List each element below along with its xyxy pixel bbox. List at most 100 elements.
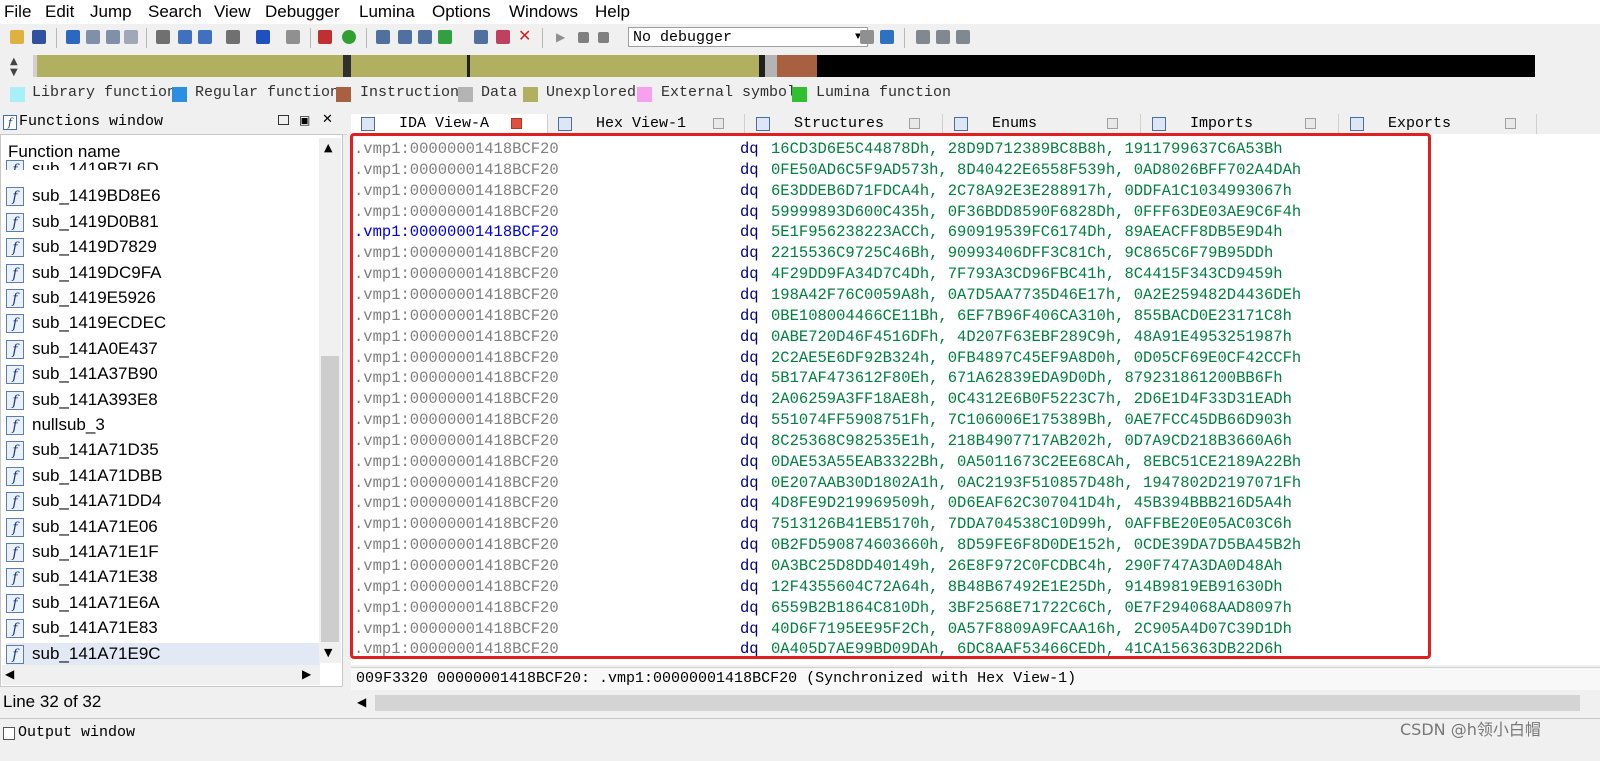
forward-dropdown-icon[interactable] [124,30,138,44]
function-list-item[interactable]: f sub_141A0E437 [6,338,320,362]
menu-view[interactable]: View [214,2,251,22]
scroll-right-arrow-icon[interactable]: ▶ [302,667,311,681]
run-icon[interactable] [342,30,356,44]
function-list-item[interactable]: f sub_1419D7829 [6,236,320,260]
menu-jump[interactable]: Jump [90,2,132,22]
function-name: sub_141A71E1F [32,542,159,561]
function-icon[interactable] [376,30,390,44]
legend-swatch-external [637,87,652,102]
code-icon[interactable] [198,30,212,44]
tab-close-icon[interactable] [909,118,920,129]
download-icon[interactable] [256,30,270,44]
play-icon[interactable]: ▶ [556,30,570,44]
tab-ida-view-a[interactable]: IDA View-A [351,114,548,134]
function-list-item[interactable]: f sub_1419E5926 [6,287,320,311]
legend-swatch-library [10,87,25,102]
patch-icon[interactable] [496,30,510,44]
step-over-icon[interactable] [936,30,950,44]
xref-icon[interactable] [474,30,488,44]
function-list-item[interactable]: f sub_1419DC9FA [6,262,320,286]
function-list-item[interactable]: f sub_1419ECDEC [6,312,320,336]
menu-debugger[interactable]: Debugger [265,2,340,22]
float-icon[interactable]: ▣ [299,113,310,127]
tab-close-icon[interactable] [1505,118,1516,129]
scroll-down-icon[interactable]: ▼ [324,646,332,659]
menu-help[interactable]: Help [595,2,630,22]
menu-edit[interactable]: Edit [45,2,74,22]
scroll-up-icon[interactable]: ▲ [324,141,332,154]
function-list-item[interactable]: f sub_141A393E8 [6,389,320,413]
tab-structures[interactable]: Structures [746,114,943,134]
function-list-item[interactable]: f sub_1419D0B81 [6,211,320,235]
scroll-left-icon[interactable]: ▲ ▼ [10,56,18,78]
back-icon[interactable] [66,30,80,44]
data-icon[interactable] [226,30,240,44]
string-icon[interactable] [286,30,300,44]
save-icon[interactable] [32,30,46,44]
function-list-item[interactable]: f sub_141A71E6A [6,592,320,616]
function-name: sub_141A71DD4 [32,491,162,511]
scroll-left-arrow-icon[interactable]: ◀ [5,667,14,681]
functions-horizontal-scrollbar[interactable]: ◀ ▶ [2,665,320,685]
trace-icon[interactable] [916,30,930,44]
close-window-icon[interactable]: ✕ [322,112,333,127]
ida-scroll-left-icon[interactable]: ◀ [357,695,366,709]
function-list-item[interactable]: f sub_141A71E06 [6,516,320,540]
graph-icon[interactable] [318,30,332,44]
tab-imports[interactable]: Imports [1142,114,1339,134]
function-list-item[interactable]: f sub_1419BD8E6 [6,185,320,209]
menu-search[interactable]: Search [148,2,202,22]
close-icon[interactable]: ✕ [518,28,532,44]
tab-close-icon[interactable] [1305,118,1316,129]
menu-lumina[interactable]: Lumina [359,2,415,22]
hex-icon[interactable] [178,30,192,44]
function-list-item[interactable]: f sub_141A71E83 [6,617,320,641]
binary-icon[interactable] [156,30,170,44]
function-icon: f [6,543,24,562]
function-list-item[interactable]: f sub_141A71E1F [6,541,320,565]
function-list-item[interactable]: f nullsub_3 [6,414,320,438]
watermark: CSDN @h领小白帽 [1400,720,1541,739]
tab-enums[interactable]: Enums [944,114,1141,134]
function-list-item[interactable]: f sub_141A71E9C [6,642,320,667]
function-list-item[interactable]: f sub_141A71D35 [6,439,320,463]
function-list-item[interactable]: f sub_141A37B90 [6,363,320,387]
ida-scrollbar-thumb[interactable] [375,695,1580,711]
back-dropdown-icon[interactable] [86,30,100,44]
functions-scrollbar-thumb[interactable] [321,356,339,642]
function-list-item[interactable]: f sub_141A71E38 [6,566,320,590]
function-icon: f [6,238,24,258]
debugger-select[interactable]: No debugger ▼ [628,27,868,47]
proc-icon[interactable] [398,30,412,44]
tab-close-icon[interactable] [1107,118,1118,129]
menu-options[interactable]: Options [432,2,491,22]
tab-exports[interactable]: Exports [1340,114,1537,134]
forward-icon[interactable] [106,30,120,44]
pause-icon[interactable] [578,32,589,43]
tab-close-icon[interactable] [511,118,522,129]
tab-hex-view-1[interactable]: Hex View-1 [548,114,745,134]
function-name: sub_141A71E06 [32,516,158,536]
output-window-title[interactable]: Output window [18,724,135,741]
tab-close-icon[interactable] [713,118,724,129]
restore-icon[interactable] [278,115,289,125]
open-icon[interactable] [10,30,24,44]
menu-file[interactable]: File [4,2,31,22]
step-icon[interactable] [880,30,894,44]
breakpoint-icon[interactable] [860,30,874,44]
function-list-item[interactable]: f sub_1419B7L6D [6,158,320,170]
function-list-item[interactable]: f sub_141A71DD4 [6,490,320,514]
navigation-band[interactable] [33,55,1535,77]
stop-icon[interactable] [598,32,609,43]
tab-icon [1350,117,1364,131]
step-out-icon[interactable] [956,30,970,44]
function-name: sub_141A393E8 [32,389,158,409]
function-name: sub_1419D0B81 [32,211,159,231]
function-list-item[interactable]: f sub_141A71DBB [6,465,320,489]
struct-icon[interactable] [438,30,452,44]
function-window-icon: f [3,115,17,130]
function-icon: f [6,416,24,435]
legend-label-lumina: Lumina function [816,84,952,101]
segment-icon[interactable] [418,30,432,44]
menu-windows[interactable]: Windows [509,2,578,22]
